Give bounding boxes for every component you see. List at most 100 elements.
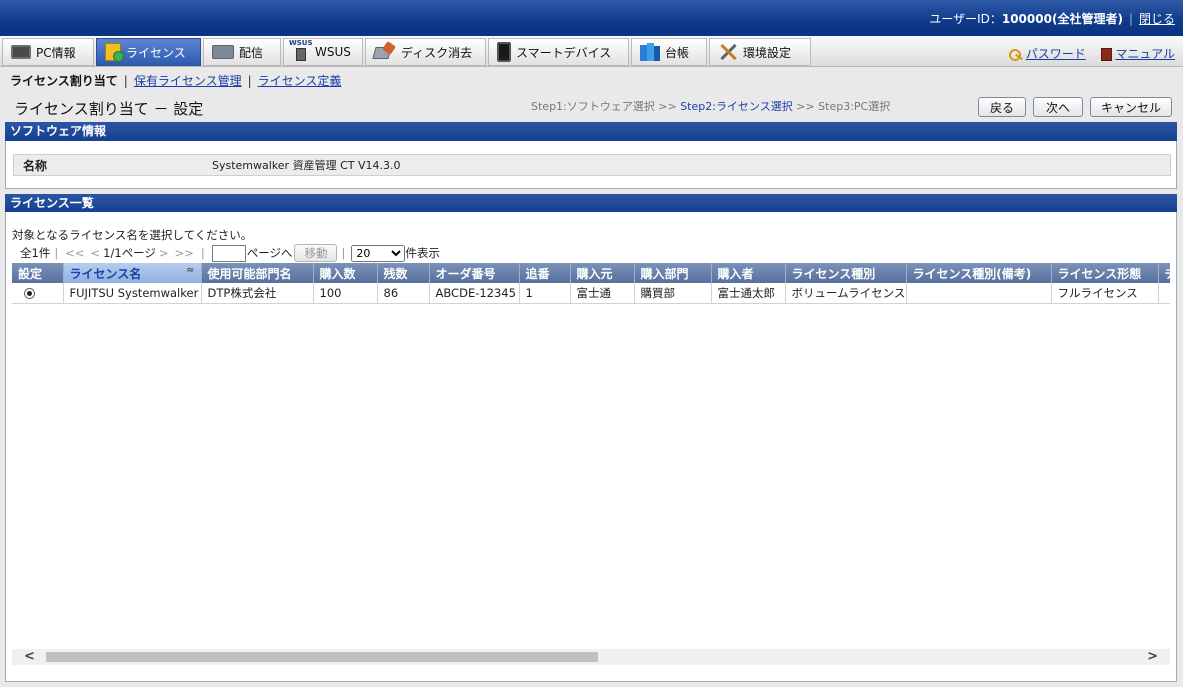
software-info-header: ソフトウェア情報 [5, 122, 1177, 141]
owned-license-management-link[interactable]: 保有ライセンス管理 [134, 74, 242, 88]
page-title: ライセンス割り当て － 設定 [14, 100, 204, 118]
column-header-sub-number[interactable]: 追番 [519, 263, 571, 283]
cell-purchase-dept: 購買部 [634, 283, 712, 304]
wsus-icon-text: WSUS [289, 39, 313, 47]
column-header-department[interactable]: 使用可能部門名 [201, 263, 314, 283]
cell-truncated [1158, 283, 1170, 304]
step-1: Step1:ソフトウェア選択 [531, 100, 655, 113]
tab-label: スマートデバイス [516, 45, 612, 60]
tab-label: WSUS [315, 45, 351, 59]
tab-license[interactable]: ライセンス [96, 38, 201, 66]
license-list-header: ライセンス一覧 [5, 194, 1177, 213]
tab-wsus[interactable]: WSUS WSUS [283, 38, 363, 66]
scrollbar-thumb[interactable] [46, 652, 598, 662]
column-header-purchase-count[interactable]: 購入数 [313, 263, 378, 283]
license-select-radio[interactable] [24, 287, 35, 299]
back-button[interactable]: 戻る [978, 97, 1026, 117]
page-number-input[interactable] [211, 244, 246, 262]
pager-divider: | [54, 246, 59, 260]
tab-label: ライセンス [126, 45, 186, 60]
first-page-link[interactable]: << [65, 246, 84, 260]
prev-page-link[interactable]: < [90, 246, 100, 260]
per-page-suffix: 件表示 [405, 246, 440, 260]
manual-link[interactable]: マニュアル [1115, 47, 1175, 61]
tab-label: PC情報 [36, 45, 76, 60]
column-header-license-type-note[interactable]: ライセンス種別(備考) [906, 263, 1052, 283]
license-definition-link[interactable]: ライセンス定義 [258, 74, 342, 88]
cell-remaining: 86 [377, 283, 430, 304]
sub-navigation: ライセンス割り当て | 保有ライセンス管理 | ライセンス定義 [10, 72, 341, 89]
cell-vendor: 富士通 [570, 283, 635, 304]
column-header-label: ライセンス名 [69, 266, 142, 281]
tab-ledger[interactable]: 台帳 [631, 38, 707, 66]
column-header-purchaser[interactable]: 購入者 [711, 263, 786, 283]
cell-sub-number: 1 [519, 283, 571, 304]
move-button[interactable]: 移動 [294, 244, 338, 262]
cancel-button[interactable]: キャンセル [1090, 97, 1172, 117]
software-name-label: 名称 [23, 158, 48, 173]
tab-distribution[interactable]: 配信 [203, 38, 281, 66]
step-2-current: Step2:ライセンス選択 [680, 100, 793, 113]
column-header-order-number[interactable]: オーダ番号 [429, 263, 520, 283]
instruction-text: 対象となるライセンス名を選択してください。 [12, 228, 253, 242]
scroll-left-icon[interactable]: < [24, 649, 35, 664]
step-3: Step3:PC選択 [818, 100, 891, 113]
column-header-license-name[interactable]: ライセンス名 ≈ [63, 263, 202, 283]
tab-label: 台帳 [665, 45, 690, 60]
tab-pc-info[interactable]: PC情報 [2, 38, 94, 66]
pagination: 全1件 | << < 1/1ページ > >> | ページへ 移動 | 20 件表… [20, 244, 440, 262]
next-button[interactable]: 次へ [1033, 97, 1083, 117]
column-header-vendor[interactable]: 購入元 [570, 263, 635, 283]
page-info: 1/1ページ [103, 246, 156, 260]
tab-smart-device[interactable]: スマートデバイス [488, 38, 629, 66]
last-page-link[interactable]: >> [175, 246, 194, 260]
column-header-setting: 設定 [12, 263, 64, 283]
column-header-license-form[interactable]: ライセンス形態 [1051, 263, 1159, 283]
subnav-divider: | [247, 74, 252, 88]
license-icon [105, 43, 124, 62]
header-right-links: パスワード マニュアル [1008, 45, 1175, 62]
table-row[interactable]: FUJITSU Systemwalker DTP株式会社 100 86 ABCD… [12, 283, 1170, 304]
tab-settings[interactable]: 環境設定 [709, 38, 811, 66]
pc-icon [11, 45, 31, 59]
step-arrow: >> [796, 100, 815, 113]
user-id-value: 100000(全社管理者) [1001, 12, 1123, 26]
column-header-remaining[interactable]: 残数 [377, 263, 430, 283]
cell-license-type-note [906, 283, 1052, 304]
per-page-select[interactable]: 20 [351, 244, 406, 262]
wizard-steps: Step1:ソフトウェア選択 >> Step2:ライセンス選択 >> Step3… [531, 98, 890, 114]
tab-disk-erase[interactable]: ディスク消去 [365, 38, 486, 66]
table-header-row: 設定 ライセンス名 ≈ 使用可能部門名 購入数 残数 オーダ番号 追番 購入元 購… [12, 263, 1170, 283]
cell-license-type: ボリュームライセンス [785, 283, 907, 304]
distribution-icon [212, 45, 234, 59]
password-link[interactable]: パスワード [1026, 47, 1086, 61]
column-header-truncated[interactable]: チ [1158, 263, 1170, 283]
license-table: 設定 ライセンス名 ≈ 使用可能部門名 購入数 残数 オーダ番号 追番 購入元 購… [12, 263, 1170, 305]
horizontal-scrollbar[interactable]: < > [12, 649, 1170, 665]
key-icon [1008, 48, 1023, 61]
user-id-label: ユーザーID： [929, 12, 1002, 26]
manual-book-icon [1101, 48, 1113, 61]
settings-tools-icon [718, 42, 738, 62]
divider: | [1128, 12, 1133, 26]
cell-purchase-count: 100 [313, 283, 378, 304]
cell-license-form: フルライセンス [1051, 283, 1159, 304]
step-arrow: >> [658, 100, 677, 113]
cell-department: DTP株式会社 [201, 283, 314, 304]
column-header-license-type[interactable]: ライセンス種別 [785, 263, 907, 283]
next-page-link[interactable]: > [159, 246, 169, 260]
cell-license-name: FUJITSU Systemwalker [63, 283, 202, 304]
scroll-right-icon[interactable]: > [1147, 649, 1158, 664]
user-info: ユーザーID：100000(全社管理者) | 閉じる [929, 10, 1175, 27]
subnav-current: ライセンス割り当て [10, 74, 118, 88]
pager-divider: | [200, 246, 205, 260]
software-info-panel: 名称 Systemwalker 資産管理 CT V14.3.0 [5, 141, 1177, 189]
main-menu-bar: PC情報 ライセンス 配信 WSUS WSUS ディスク消去 スマートデバイス 台… [0, 36, 1183, 67]
subnav-divider: | [123, 74, 128, 88]
column-header-purchase-dept[interactable]: 購入部門 [634, 263, 712, 283]
software-name-row: 名称 Systemwalker 資産管理 CT V14.3.0 [13, 154, 1171, 176]
cell-order-number: ABCDE-12345 [429, 283, 520, 304]
smart-device-icon [497, 42, 511, 62]
close-link[interactable]: 閉じる [1139, 12, 1175, 26]
license-list-panel: 対象となるライセンス名を選択してください。 全1件 | << < 1/1ページ … [5, 212, 1177, 682]
